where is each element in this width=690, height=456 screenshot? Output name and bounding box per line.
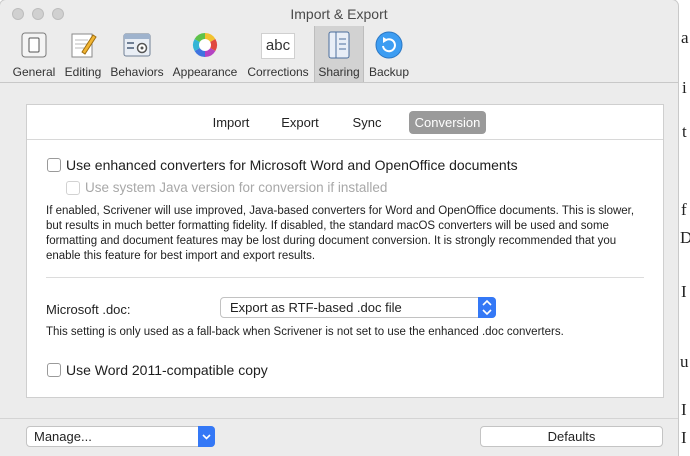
window-title: Import & Export — [290, 6, 388, 22]
background-text: u — [680, 352, 689, 371]
background-text: t — [682, 122, 687, 141]
background-text: I — [681, 400, 687, 419]
background-text: I — [681, 428, 687, 447]
doc-export-note: This setting is only used as a fall-back… — [46, 326, 564, 338]
background-text: i — [682, 78, 687, 97]
tab-bar: Import Export Sync Conversion — [27, 111, 663, 135]
behaviors-icon — [123, 33, 151, 57]
select-stepper-icon — [478, 297, 496, 318]
footer-divider — [0, 418, 678, 419]
backup-icon — [375, 31, 403, 59]
defaults-button[interactable]: Defaults — [480, 426, 663, 447]
tab-sync[interactable]: Sync — [341, 111, 393, 134]
conversion-panel: Import Export Sync Conversion Use enhanc… — [26, 104, 664, 398]
toolbar-item-label: General — [12, 65, 56, 79]
toolbar-item-label: Editing — [64, 65, 102, 79]
tab-import[interactable]: Import — [203, 111, 259, 134]
system-java-label: Use system Java version for conversion i… — [85, 180, 388, 195]
background-text: f — [681, 200, 687, 219]
enhanced-converters-description: If enabled, Scrivener will use improved,… — [46, 205, 635, 262]
toolbar-item-editing[interactable]: Editing — [60, 26, 106, 82]
pencil-icon — [71, 33, 97, 58]
title-bar: Import & Export — [0, 0, 678, 28]
doc-export-select[interactable]: Export as RTF-based .doc file — [220, 297, 496, 318]
defaults-label: Defaults — [547, 429, 596, 444]
section-divider — [46, 277, 644, 278]
toolbar-item-label: Backup — [368, 65, 410, 79]
preferences-toolbar: General Editing Behaviors Appearance abc… — [0, 26, 678, 83]
enhanced-converters-label: Use enhanced converters for Microsoft Wo… — [66, 157, 518, 173]
toolbar-item-appearance[interactable]: Appearance — [168, 26, 242, 82]
toolbar-item-sharing[interactable]: Sharing — [314, 26, 364, 82]
toolbar-item-label: Corrections — [247, 65, 309, 79]
word2011-checkbox[interactable] — [47, 363, 61, 377]
background-text: D — [680, 228, 690, 247]
enhanced-converters-checkbox[interactable] — [47, 158, 61, 172]
tab-export[interactable]: Export — [272, 111, 328, 134]
doc-export-value: Export as RTF-based .doc file — [230, 300, 402, 315]
background-text: I — [681, 282, 687, 301]
system-java-checkbox[interactable] — [66, 181, 80, 195]
sharing-icon — [328, 31, 350, 59]
general-icon — [21, 32, 47, 58]
preferences-window: Import & Export General Editing Behavior… — [0, 0, 678, 456]
background-text: a — [681, 28, 689, 47]
toolbar-item-label: Behaviors — [110, 65, 164, 79]
word2011-label: Use Word 2011-compatible copy — [66, 362, 268, 378]
chevron-down-icon — [198, 426, 215, 447]
manage-label: Manage... — [34, 429, 92, 444]
toolbar-item-label: Appearance — [172, 65, 238, 79]
abc-icon: abc — [261, 33, 295, 59]
tab-divider — [27, 139, 663, 140]
toolbar-item-behaviors[interactable]: Behaviors — [106, 26, 168, 82]
toolbar-item-backup[interactable]: Backup — [364, 26, 414, 82]
tab-conversion[interactable]: Conversion — [409, 111, 486, 134]
color-wheel-icon — [192, 32, 218, 57]
toolbar-item-general[interactable]: General — [8, 26, 60, 82]
microsoft-doc-label: Microsoft .doc: — [46, 302, 131, 317]
toolbar-item-corrections[interactable]: abc Corrections — [242, 26, 314, 82]
manage-popup-button[interactable]: Manage... — [26, 426, 215, 447]
toolbar-item-label: Sharing — [318, 65, 360, 79]
